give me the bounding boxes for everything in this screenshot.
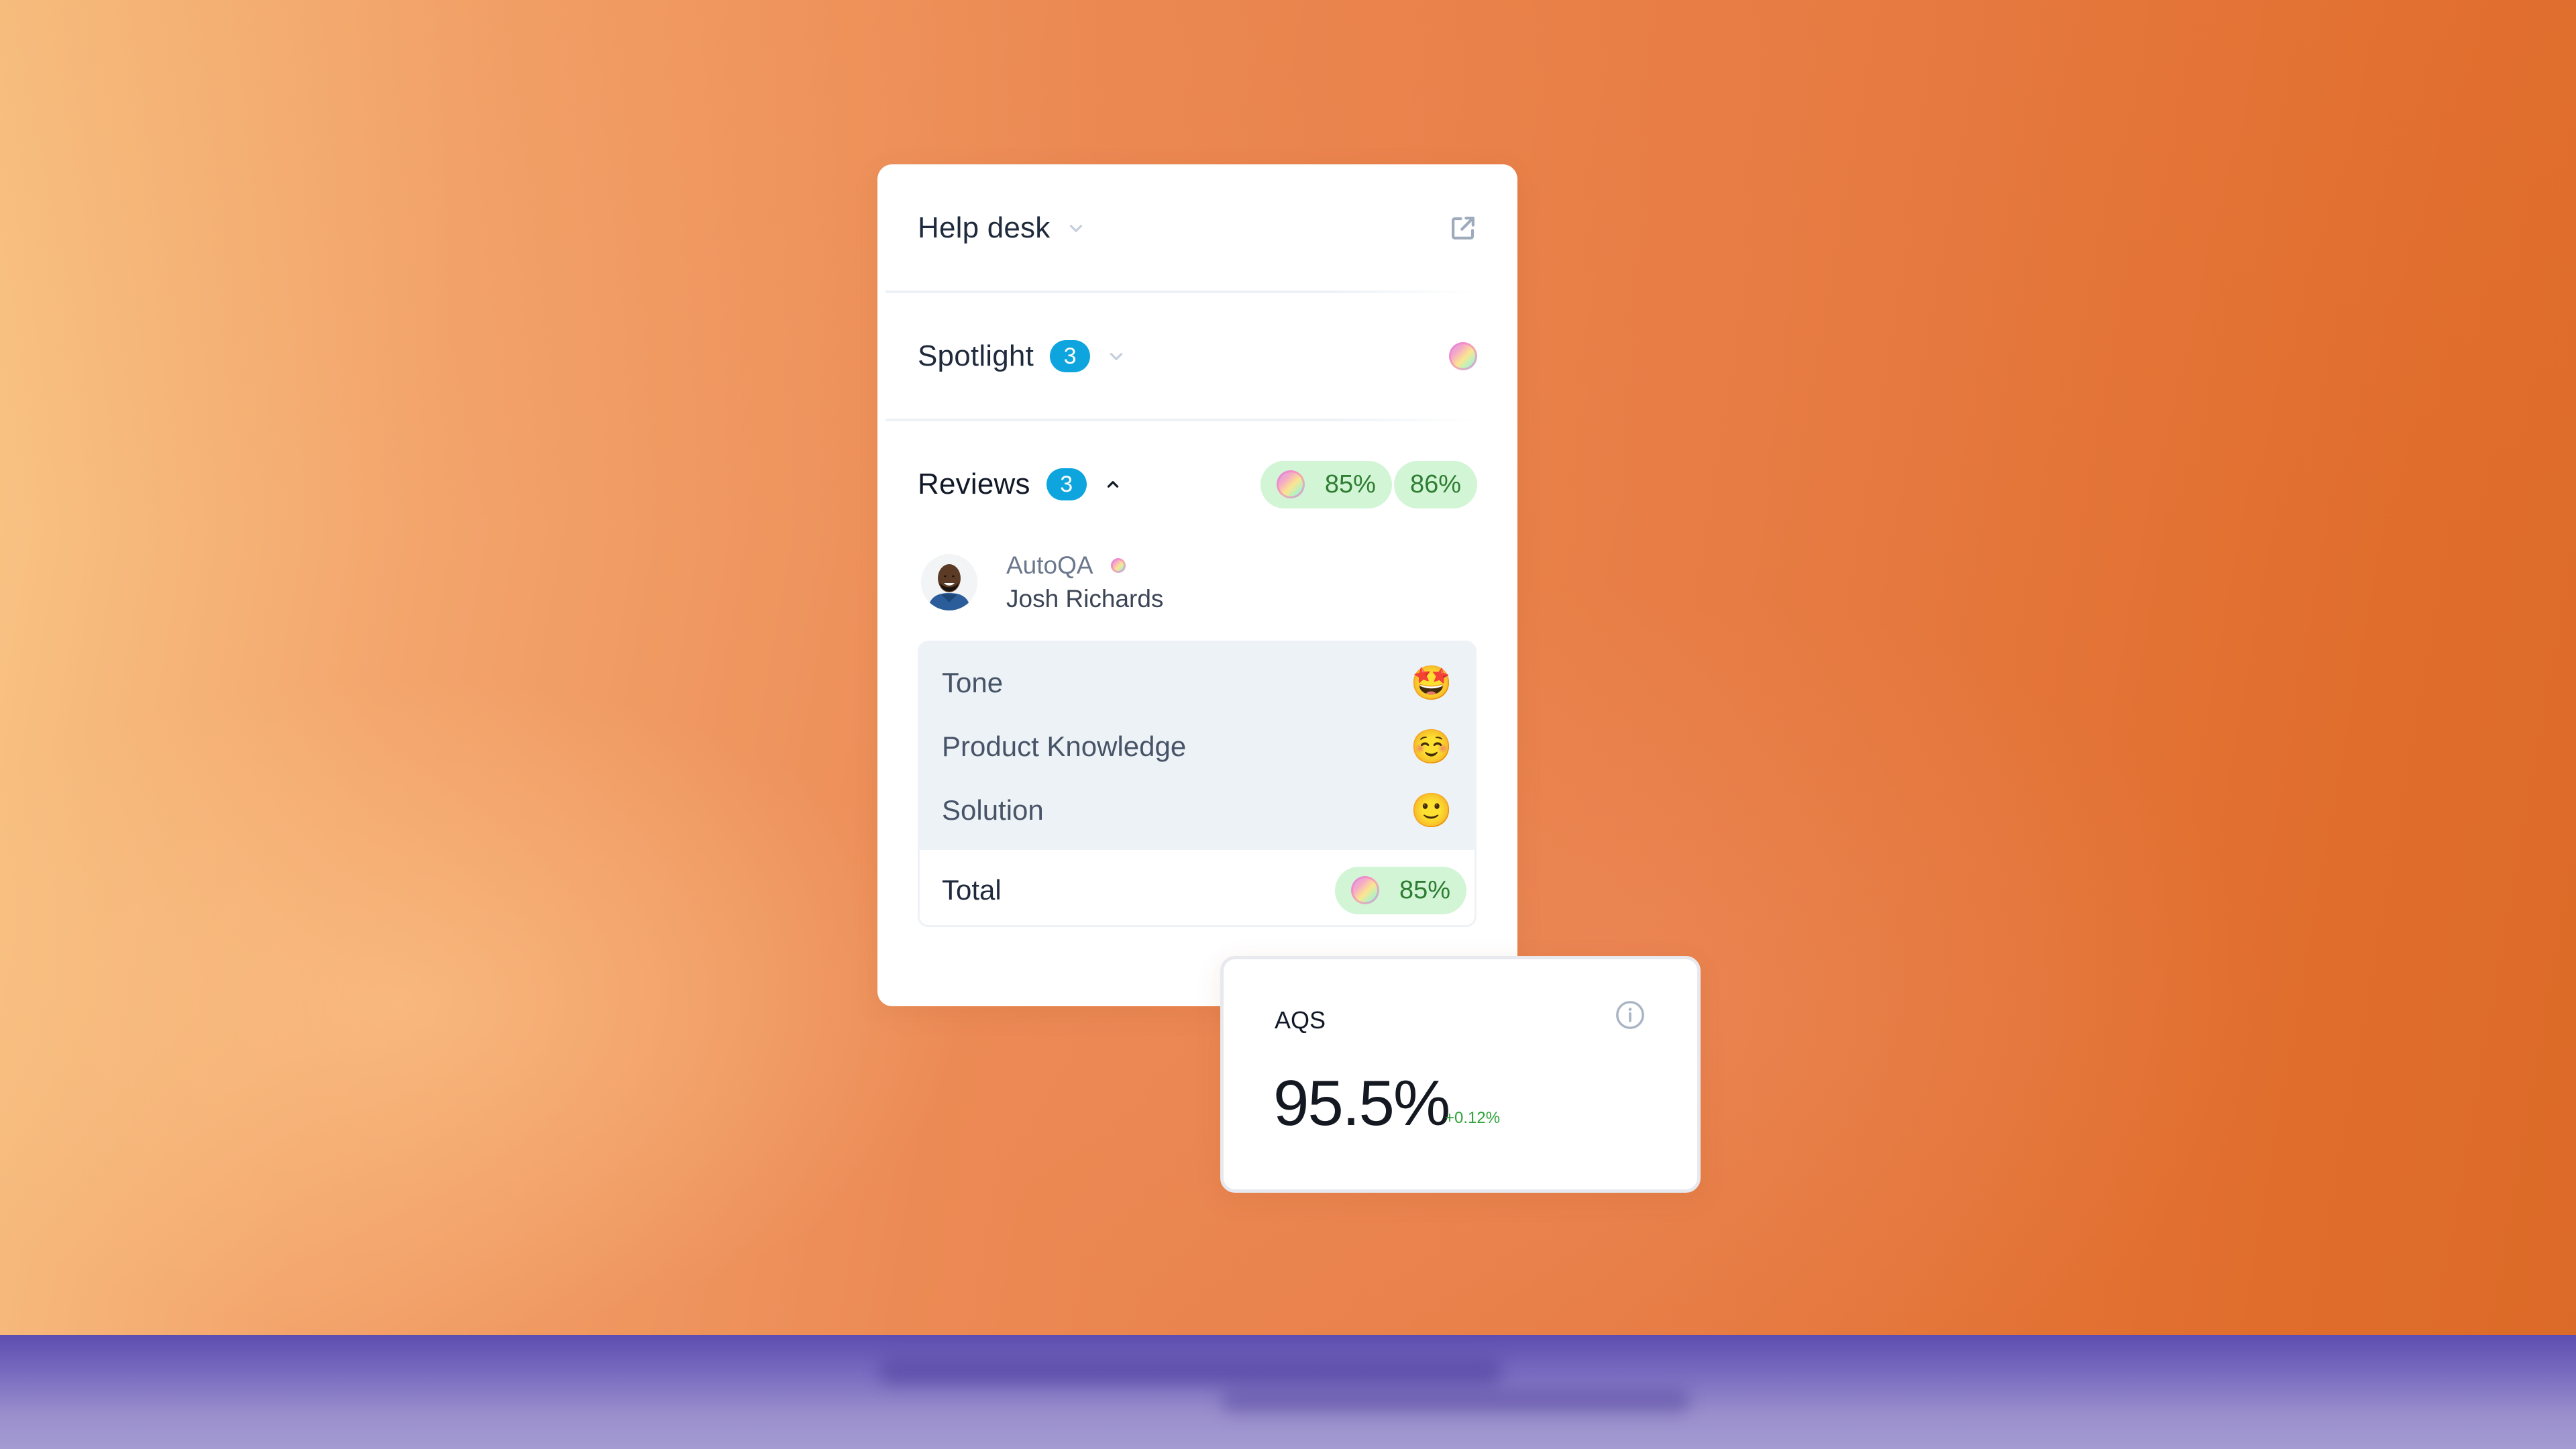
help-desk-label: Help desk: [918, 211, 1051, 244]
smiling-blush-emoji-icon: ☺️: [1410, 727, 1452, 766]
gradient-orb-icon: [1449, 342, 1477, 370]
criteria-scorecard: Tone 🤩 Product Knowledge ☺️ Solution 🙂 T…: [918, 641, 1477, 927]
score-pill-manual: 86%: [1393, 460, 1477, 508]
aqs-value: 95.5%: [1273, 1067, 1450, 1139]
aqs-delta: +0.12%: [1445, 1109, 1501, 1127]
criteria-row-tone: Tone 🤩: [942, 656, 1452, 710]
score-value: 85%: [1324, 470, 1376, 498]
reviewer-source: AutoQA: [1006, 551, 1093, 579]
criteria-total-row: Total 85%: [942, 863, 1466, 917]
reviews-count-badge: 3: [1046, 468, 1087, 500]
card-shadow: [879, 1358, 1503, 1385]
chevron-down-icon[interactable]: [1067, 219, 1085, 237]
chevron-up-icon[interactable]: [1104, 476, 1122, 493]
divider: [885, 419, 1477, 421]
criteria-label: Tone: [942, 667, 1004, 698]
reviews-label: Reviews: [918, 468, 1030, 500]
gradient-orb-icon: [1110, 558, 1126, 573]
total-score-value: 85%: [1399, 875, 1450, 904]
external-link-icon[interactable]: [1449, 214, 1477, 242]
gradient-orb-icon: [1276, 470, 1305, 498]
avatar: [921, 554, 977, 610]
chevron-down-icon[interactable]: [1108, 347, 1125, 365]
divider: [885, 290, 1477, 293]
reviews-row[interactable]: Reviews 3 85% 86%: [918, 458, 1477, 511]
info-icon[interactable]: [1615, 1000, 1646, 1030]
star-struck-emoji-icon: 🤩: [1410, 663, 1452, 702]
spotlight-count-badge: 3: [1050, 340, 1091, 372]
criteria-row-solution: Solution 🙂: [942, 784, 1452, 837]
review-panel-card: Help desk Spotlight 3 Reviews 3 85% 86% …: [877, 164, 1517, 1006]
criteria-label: Product Knowledge: [942, 731, 1187, 762]
total-score-pill: 85%: [1334, 866, 1466, 914]
total-label: Total: [942, 874, 1002, 906]
score-pill-autoqa: 85%: [1260, 460, 1392, 508]
aqs-card: AQS 95.5% +0.12%: [1220, 956, 1701, 1193]
criteria-label: Solution: [942, 794, 1044, 826]
aqs-card-shadow: [1221, 1389, 1690, 1413]
slight-smile-emoji-icon: 🙂: [1410, 791, 1452, 830]
help-desk-row[interactable]: Help desk: [918, 201, 1477, 255]
gradient-orb-icon: [1350, 876, 1379, 904]
reviewer: AutoQA Josh Richards: [921, 551, 1163, 612]
reviewer-name: Josh Richards: [1006, 585, 1164, 612]
spotlight-row[interactable]: Spotlight 3: [918, 329, 1477, 383]
aqs-title: AQS: [1275, 1006, 1326, 1034]
criteria-row-product-knowledge: Product Knowledge ☺️: [942, 720, 1452, 773]
score-value: 86%: [1409, 470, 1461, 498]
spotlight-label: Spotlight: [918, 339, 1034, 372]
